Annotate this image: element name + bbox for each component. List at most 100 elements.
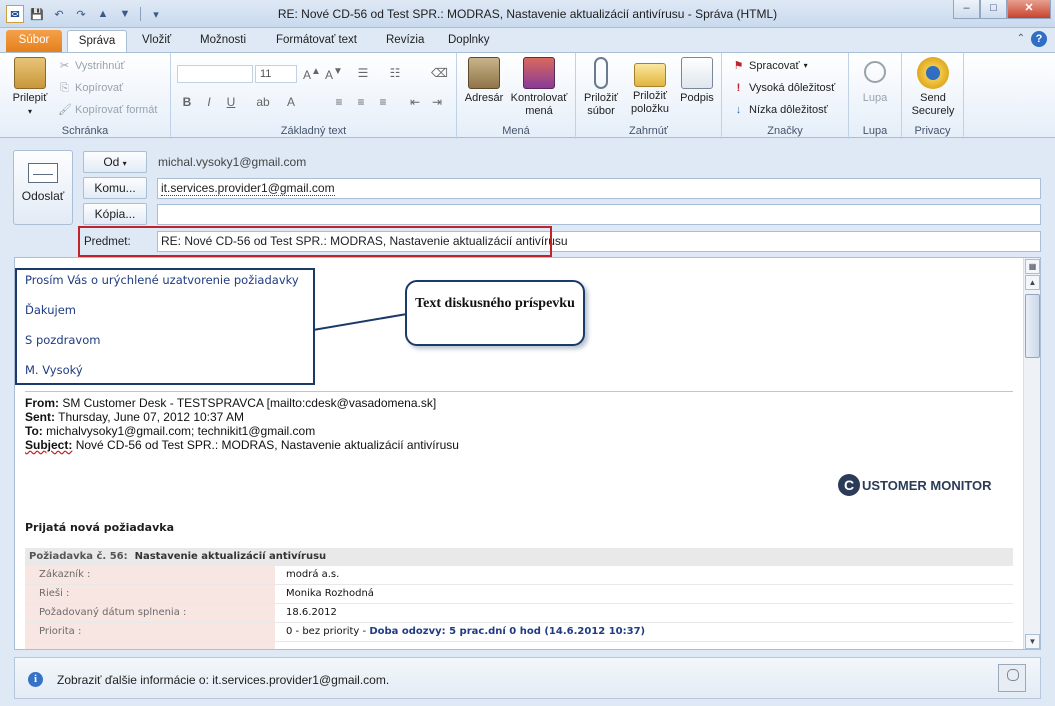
quoted-from-value: SM Customer Desk - TESTSPRAVCA [mailto:c… <box>62 396 437 410</box>
tab-options[interactable]: Možnosti <box>190 30 256 52</box>
group-clipboard: Prilepiť ▾ ✂ Vystrihnúť ⎘ Kopírovať 🖌 Kopír… <box>0 53 171 139</box>
group-tags: ⚑ Spracovať ▾ ! Vysoká dôležitosť ↓ Nízka dô… <box>722 53 849 139</box>
tab-addins[interactable]: Doplnky <box>438 30 500 52</box>
row-value: modrá a.s. <box>286 569 340 580</box>
follow-up-label: Spracovať <box>749 60 800 72</box>
check-names-label-2: mená <box>525 105 553 117</box>
attach-file-label-2: súbor <box>587 105 615 117</box>
increase-indent-icon[interactable]: ⇥ <box>429 95 445 109</box>
scroll-up-icon[interactable]: ▲ <box>1025 275 1040 290</box>
title-bar: ✉ 💾 ↶ ↷ ▲ ▼ ▾ RE: Nové CD-56 od Test SPR… <box>0 0 1055 28</box>
font-color-icon[interactable]: A <box>283 95 299 109</box>
quoted-subject-value: Nové CD-56 od Test SPR.: MODRAS, Nastave… <box>75 438 459 452</box>
paste-button[interactable]: Prilepiť ▾ <box>10 57 50 118</box>
format-painter-label: Kopírovať formát <box>75 104 158 116</box>
tab-message[interactable]: Správa <box>67 30 127 52</box>
address-book-button[interactable]: Adresár <box>463 57 505 105</box>
bullets-icon[interactable]: ☰ <box>355 66 371 80</box>
clipboard-icon <box>14 57 46 89</box>
signature-icon <box>681 57 713 89</box>
tab-review[interactable]: Revízia <box>376 30 434 52</box>
row-value: 18.6.2012 <box>286 607 337 618</box>
to-field[interactable]: it.services.provider1@gmail.com <box>157 178 1041 199</box>
tab-format-text[interactable]: Formátovať text <box>266 30 367 52</box>
copy-label: Kopírovať <box>75 82 124 94</box>
high-importance-button[interactable]: ! Vysoká dôležitosť <box>732 79 836 97</box>
cc-field[interactable] <box>157 204 1041 225</box>
copy-icon: ⎘ <box>60 81 69 94</box>
zoom-button[interactable]: Lupa <box>855 57 895 105</box>
low-importance-label: Nízka dôležitosť <box>749 104 828 116</box>
paperclip-icon <box>594 57 608 89</box>
font-size-combo[interactable]: 11 <box>255 65 297 83</box>
attach-file-button[interactable]: Priložiť súbor <box>580 57 622 118</box>
message-header: Odoslať Od ▾ michal.vysoky1@gmail.com Ko… <box>0 139 1055 257</box>
cut-button[interactable]: ✂ Vystrihnúť <box>58 57 125 75</box>
envelope-icon <box>634 63 666 87</box>
check-names-button[interactable]: Kontrolovať mená <box>507 57 571 118</box>
help-icon[interactable]: ? <box>1031 31 1047 47</box>
group-names: Adresár Kontrolovať mená Mená <box>457 53 576 139</box>
reply-line-1: Prosím Vás o urýchlené uzatvorenie požia… <box>25 273 299 287</box>
reply-line-4: M. Vysoký <box>25 363 83 377</box>
tab-insert[interactable]: Vložiť <box>132 30 181 52</box>
people-pane-text[interactable]: Zobraziť ďalšie informácie o: it.service… <box>57 673 389 687</box>
shrink-font-icon[interactable]: A▼ <box>325 66 343 82</box>
align-center-icon[interactable]: ≡ <box>353 95 369 109</box>
send-securely-label-2: Securely <box>911 105 955 117</box>
close-button[interactable]: ✕ <box>1007 0 1051 19</box>
cut-label: Vystrihnúť <box>75 60 125 72</box>
group-label-clipboard: Schránka <box>61 125 109 137</box>
send-button[interactable]: Odoslať <box>13 150 73 225</box>
from-button[interactable]: Od ▾ <box>83 151 147 173</box>
scroll-thumb[interactable] <box>1025 294 1040 358</box>
maximize-button[interactable]: □ <box>980 0 1007 19</box>
minimize-button[interactable]: – <box>953 0 980 19</box>
quoted-sent-label: Sent: <box>25 410 55 424</box>
font-name-combo[interactable] <box>177 65 253 83</box>
table-row <box>25 642 1013 649</box>
format-painter-button[interactable]: 🖌 Kopírovať formát <box>58 101 157 119</box>
callout-pointer <box>313 313 408 331</box>
align-left-icon[interactable]: ≡ <box>331 95 347 109</box>
align-right-icon[interactable]: ≡ <box>375 95 391 109</box>
grow-font-icon[interactable]: A▲ <box>303 66 321 82</box>
row-value: Monika Rozhodná <box>286 588 374 599</box>
copy-button[interactable]: ⎘ Kopírovať <box>58 79 123 97</box>
group-label-privacy: Privacy <box>914 125 951 137</box>
from-address: michal.vysoky1@gmail.com <box>158 155 307 169</box>
address-book-label: Adresár <box>464 92 504 104</box>
request-table: Požiadavka č. 56: Nastavenie aktualizáci… <box>25 548 1013 649</box>
cc-button[interactable]: Kópia... <box>83 203 147 225</box>
table-row: Rieši : Monika Rozhodná <box>25 585 1013 604</box>
minimize-ribbon-icon[interactable]: ⌃ <box>1017 33 1025 44</box>
decrease-indent-icon[interactable]: ⇤ <box>407 95 423 109</box>
people-pane-bar[interactable]: i Zobraziť ďalšie informácie o: it.servi… <box>14 657 1041 699</box>
follow-up-button[interactable]: ⚑ Spracovať ▾ <box>732 57 808 75</box>
attach-item-label-1: Priložiť <box>632 90 668 102</box>
highlight-icon[interactable]: ab <box>255 95 271 109</box>
tab-file[interactable]: Súbor <box>6 30 62 52</box>
vertical-scrollbar[interactable]: ▦ ▲ ▼ <box>1023 258 1040 649</box>
italic-button[interactable]: I <box>201 95 217 109</box>
chevron-down-icon: ▾ <box>803 61 808 70</box>
scroll-down-icon[interactable]: ▼ <box>1025 634 1040 649</box>
attach-item-button[interactable]: Priložiť položku <box>626 57 674 116</box>
ruler-toggle-icon[interactable]: ▦ <box>1025 259 1040 274</box>
bold-button[interactable]: B <box>179 95 195 109</box>
message-body[interactable]: Prosím Vás o urýchlené uzatvorenie požia… <box>14 257 1041 650</box>
low-importance-button[interactable]: ↓ Nízka dôležitosť <box>732 101 828 119</box>
from-button-label: Od <box>103 155 120 169</box>
signature-button[interactable]: Podpis <box>676 57 718 105</box>
send-securely-button[interactable]: Send Securely <box>904 57 962 118</box>
contact-photo-icon <box>998 664 1026 692</box>
to-button[interactable]: Komu... <box>83 177 147 199</box>
row-key: Zákazník : <box>25 566 275 584</box>
clear-formatting-icon[interactable]: ⌫ <box>431 66 448 80</box>
numbering-icon[interactable]: ☷ <box>387 66 403 80</box>
chevron-down-icon: ▾ <box>27 107 32 116</box>
underline-button[interactable]: U <box>223 95 239 109</box>
attach-item-label-2: položku <box>631 103 669 115</box>
request-number: Požiadavka č. 56: <box>29 551 128 562</box>
priority-value: 0 - bez priority - <box>286 626 370 637</box>
